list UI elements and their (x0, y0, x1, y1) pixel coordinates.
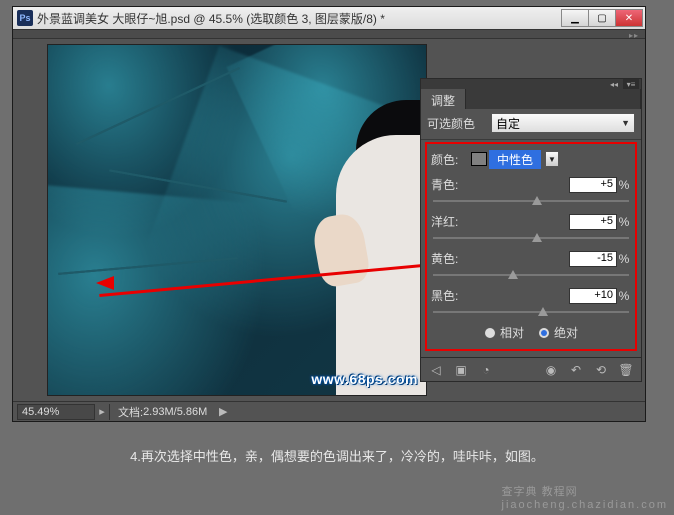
chevron-right-icon[interactable]: ▸ (95, 405, 109, 418)
maximize-button[interactable] (588, 9, 616, 27)
slider-cyan: 青色: +5 % (431, 176, 631, 207)
panel-collapse-icon[interactable]: ◂◂ (607, 79, 621, 89)
radio-label: 绝对 (554, 324, 578, 341)
percent-label: % (617, 178, 631, 192)
slider-thumb-icon[interactable] (508, 270, 518, 279)
slider-label: 黑色: (431, 287, 569, 304)
back-icon[interactable]: ◁ (425, 361, 447, 379)
document-image[interactable]: www.68ps.com (47, 44, 427, 396)
tab-adjustments[interactable]: 调整 (421, 89, 466, 109)
slider-yellow: 黄色: -15 % (431, 250, 631, 281)
chevron-down-icon: ▼ (545, 151, 559, 167)
panel-menu-icon[interactable]: ▾≡ (623, 79, 639, 89)
slider-value-input[interactable]: +5 (569, 177, 617, 193)
radio-absolute[interactable]: 绝对 (538, 324, 578, 341)
doc-value: 2.93M/5.86M (143, 406, 207, 418)
colors-select[interactable]: 中性色 ▼ (471, 150, 559, 168)
slider-track[interactable] (433, 269, 629, 281)
slider-value-input[interactable]: +5 (569, 214, 617, 230)
slider-label: 洋红: (431, 213, 569, 230)
slider-label: 青色: (431, 176, 569, 193)
zoom-input[interactable]: 45.49% (17, 404, 95, 420)
slider-value-input[interactable]: -15 (569, 251, 617, 267)
play-icon[interactable]: ▶ (215, 405, 231, 418)
slider-thumb-icon[interactable] (538, 307, 548, 316)
panel-footer: ◁ ▣ ◔ ◉ ↶ ⟲ 🗑 (421, 357, 641, 381)
percent-label: % (617, 215, 631, 229)
minimize-button[interactable] (561, 9, 589, 27)
window-title: 外景蓝调美女 大眼仔~旭.psd @ 45.5% (选取颜色 3, 图层蒙版/8… (37, 10, 562, 27)
close-button[interactable] (615, 9, 643, 27)
radio-label: 相对 (500, 324, 524, 341)
slider-track[interactable] (433, 195, 629, 207)
percent-label: % (617, 289, 631, 303)
clip-icon[interactable]: ◔ (475, 361, 497, 379)
slider-thumb-icon[interactable] (532, 196, 542, 205)
reset-prev-icon[interactable]: ↶ (565, 361, 587, 379)
colors-label: 颜色: (431, 151, 471, 168)
slider-track[interactable] (433, 306, 629, 318)
tab-inactive[interactable] (466, 89, 641, 109)
photoshop-window: Ps 外景蓝调美女 大眼仔~旭.psd @ 45.5% (选取颜色 3, 图层蒙… (12, 6, 646, 422)
radio-relative[interactable]: 相对 (484, 324, 524, 341)
slider-value-input[interactable]: +10 (569, 288, 617, 304)
slider-magenta: 洋红: +5 % (431, 213, 631, 244)
chevron-down-icon: ▼ (621, 118, 630, 128)
highlight-box: 颜色: 中性色 ▼ 青色: +5 % (425, 142, 637, 351)
slider-thumb-icon[interactable] (532, 233, 542, 242)
doc-label: 文档: (118, 404, 143, 420)
image-watermark: www.68ps.com (311, 371, 418, 387)
canvas-area: www.68ps.com ◂◂ ▾≡ 调整 可选颜色 自定 ▼ (13, 39, 645, 401)
expand-icon[interactable]: ▣ (450, 361, 472, 379)
reset-icon[interactable]: ⟲ (590, 361, 612, 379)
adjustments-panel: ◂◂ ▾≡ 调整 可选颜色 自定 ▼ 颜色: 中 (420, 78, 642, 382)
tab-strip: ▸▸ (13, 29, 645, 39)
percent-label: % (617, 252, 631, 266)
page-caption: 4.再次选择中性色，亲，偶想要的色调出来了，冷冷的，哇咔咔，如图。 (0, 446, 674, 465)
color-swatch-icon (471, 152, 487, 166)
trash-icon[interactable]: 🗑 (615, 361, 637, 379)
ps-app-icon: Ps (17, 10, 33, 26)
preset-select[interactable]: 自定 ▼ (491, 113, 635, 133)
slider-black: 黑色: +10 % (431, 287, 631, 318)
preset-label: 可选颜色 (427, 115, 491, 132)
title-bar[interactable]: Ps 外景蓝调美女 大眼仔~旭.psd @ 45.5% (选取颜色 3, 图层蒙… (13, 7, 645, 29)
status-bar: 45.49% ▸ 文档: 2.93M/5.86M ▶ (13, 401, 645, 421)
site-watermark: 查字典 教程网 jiaocheng.chazidian.com (502, 483, 668, 511)
arrow-head-icon (96, 276, 114, 290)
slider-track[interactable] (433, 232, 629, 244)
visibility-icon[interactable]: ◉ (540, 361, 562, 379)
slider-label: 黄色: (431, 250, 569, 267)
